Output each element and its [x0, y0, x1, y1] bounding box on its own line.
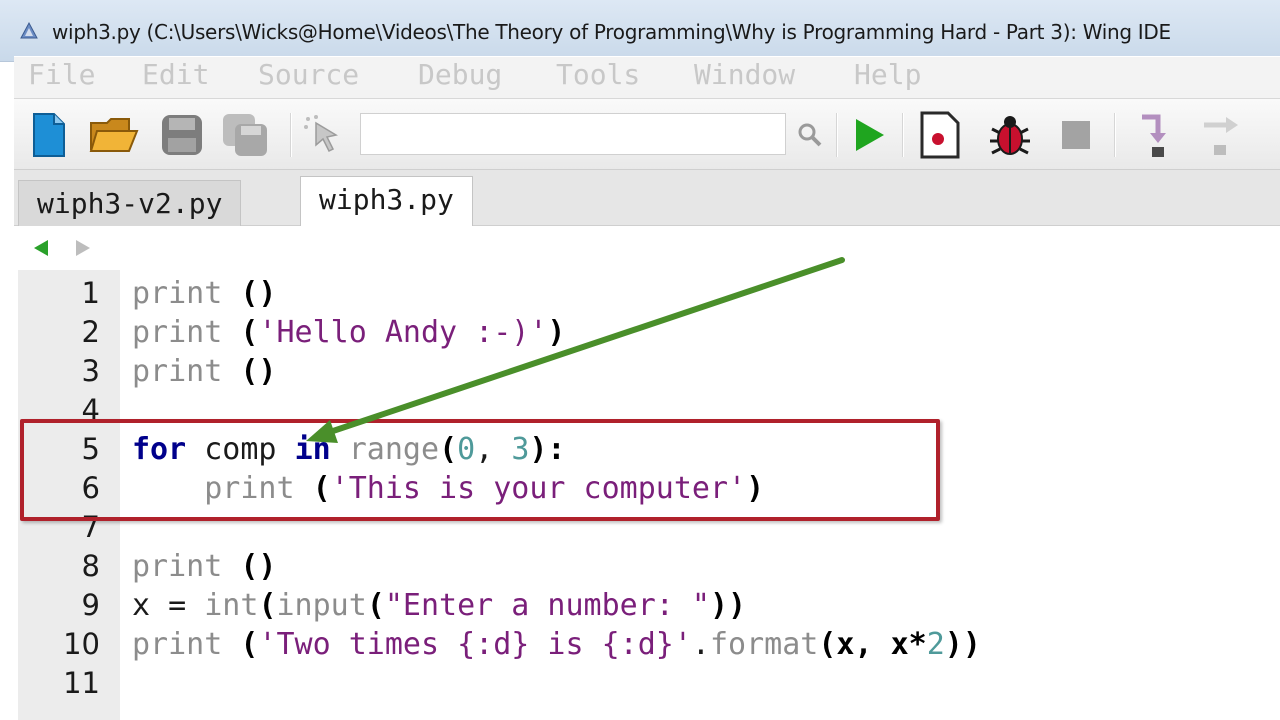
step-into-icon [1142, 114, 1166, 157]
new-file-button[interactable] [22, 109, 74, 161]
run-icon [856, 119, 884, 151]
line-number: 7 [81, 510, 100, 544]
editor-tab-bar: wiph3-v2.py wiph3.py [14, 170, 1280, 228]
tab-wiph3[interactable]: wiph3.py [300, 176, 473, 228]
line-number: 11 [63, 666, 100, 700]
breakpoint-button[interactable] [914, 109, 966, 161]
window-title: wiph3.py (C:\Users\Wicks@Home\Videos\The… [52, 20, 1171, 44]
code-line: 2 print ('Hello Andy :-)') [14, 313, 1280, 352]
search-button[interactable] [784, 109, 836, 161]
breakpoint-icon [920, 111, 960, 159]
code-line: 11 [14, 664, 1280, 703]
run-button[interactable] [842, 109, 894, 161]
code-line: 8 print () [14, 547, 1280, 586]
line-number: 5 [81, 432, 100, 466]
line-number: 9 [81, 588, 100, 622]
step-over-icon [1204, 117, 1238, 155]
back-arrow-icon[interactable] [34, 240, 48, 256]
new-file-icon [33, 113, 65, 157]
menu-edit[interactable]: Edit [142, 57, 209, 93]
code-line: 3 print () [14, 352, 1280, 391]
step-over-button[interactable] [1194, 109, 1246, 161]
code-text: x = int(input("Enter a number: ")) [132, 588, 747, 623]
code-text: print ('Hello Andy :-)') [132, 315, 566, 350]
menu-debug[interactable]: Debug [418, 57, 502, 93]
toolbar-separator [836, 113, 838, 157]
menu-tools[interactable]: Tools [556, 57, 640, 93]
save-icon [162, 115, 202, 155]
menu-file[interactable]: File [28, 57, 95, 93]
code-line: 9 x = int(input("Enter a number: ")) [14, 586, 1280, 625]
code-text: print ('Two times {:d} is {:d}'.format(x… [132, 627, 981, 662]
open-folder-icon [89, 118, 139, 152]
toolbar [14, 98, 1280, 170]
save-all-icon [223, 114, 267, 156]
toolbar-separator [902, 113, 904, 157]
title-bar: wiph3.py (C:\Users\Wicks@Home\Videos\The… [0, 0, 1280, 62]
menu-help[interactable]: Help [854, 57, 921, 93]
tab-wiph3-v2[interactable]: wiph3-v2.py [18, 180, 242, 226]
debug-button[interactable] [984, 109, 1036, 161]
search-input[interactable] [360, 113, 786, 155]
code-line: 5 for comp in range(0, 3): [14, 430, 1280, 469]
code-text: print ('This is your computer') [204, 471, 765, 506]
code-editor[interactable]: 1 print () 2 print ('Hello Andy :-)') 3 … [14, 270, 1280, 720]
debug-bug-icon [990, 116, 1030, 155]
toolbar-separator [1114, 113, 1116, 157]
menu-window[interactable]: Window [694, 57, 795, 93]
line-number: 8 [81, 549, 100, 583]
search-icon [798, 123, 822, 147]
editor-nav-row [14, 226, 1280, 270]
save-all-button[interactable] [220, 109, 272, 161]
line-number: 1 [81, 276, 100, 310]
code-text: for comp in range(0, 3): [132, 432, 566, 467]
code-line: 10 print ('Two times {:d} is {:d}'.forma… [14, 625, 1280, 664]
stop-icon [1062, 121, 1090, 149]
code-line: 6 print ('This is your computer') [14, 469, 1280, 508]
code-text: print () [132, 354, 277, 389]
code-line: 4 [14, 391, 1280, 430]
forward-arrow-icon[interactable] [76, 240, 90, 256]
line-number: 6 [81, 471, 100, 505]
step-into-button[interactable] [1128, 109, 1180, 161]
line-number: 2 [81, 315, 100, 349]
line-number: 10 [63, 627, 100, 661]
line-number: 3 [81, 354, 100, 388]
stop-button[interactable] [1050, 109, 1102, 161]
code-text: print () [132, 549, 277, 584]
pointer-icon [304, 115, 338, 153]
code-line: 1 print () [14, 274, 1280, 313]
toolbar-separator [290, 113, 292, 157]
code-text: print () [132, 276, 277, 311]
save-button[interactable] [156, 109, 208, 161]
open-file-button[interactable] [88, 109, 140, 161]
wing-ide-logo-icon [20, 21, 38, 39]
code-line: 7 [14, 508, 1280, 547]
menu-bar: File Edit Source Debug Tools Window Help [14, 56, 1280, 98]
pointer-button[interactable] [298, 109, 350, 161]
line-number: 4 [81, 393, 100, 427]
menu-source[interactable]: Source [258, 57, 359, 93]
